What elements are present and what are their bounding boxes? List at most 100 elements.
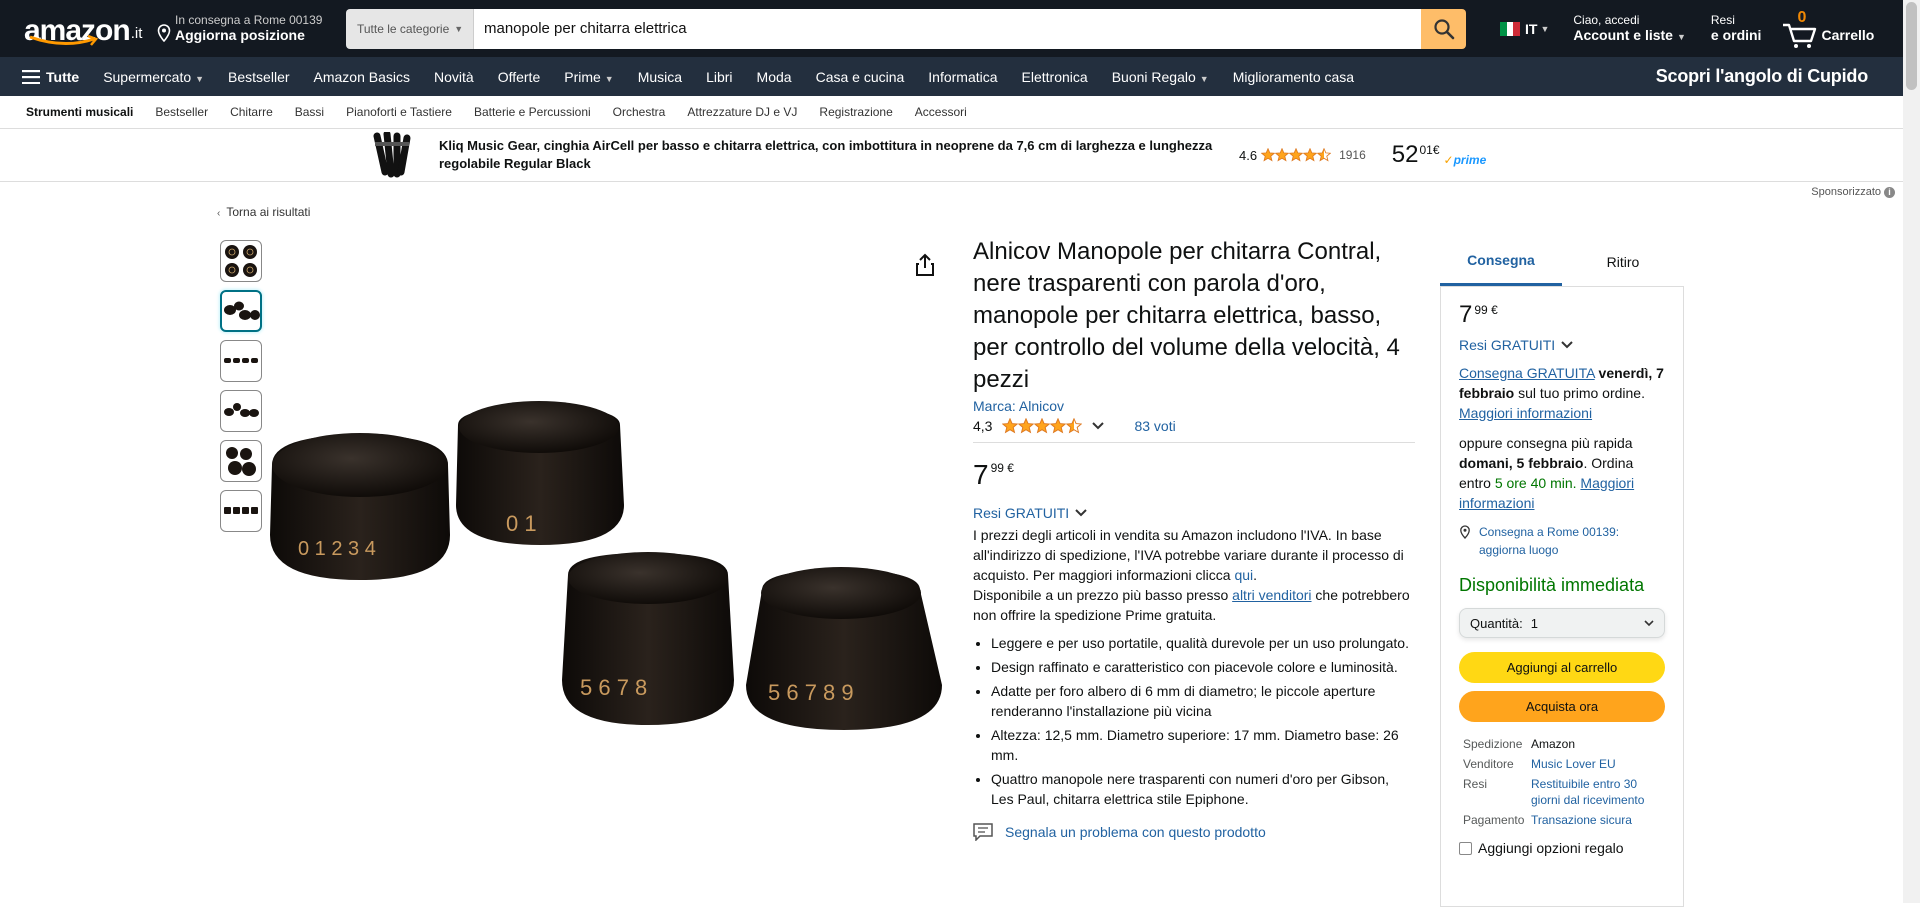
feature-bullet: Adatte per foro albero di 6 mm di diamet… — [991, 681, 1415, 721]
buybox-free-returns-link[interactable]: Resi GRATUITI — [1459, 337, 1665, 353]
sponsored-ad-banner[interactable]: Kliq Music Gear, cinghia AirCell per bas… — [0, 129, 1920, 182]
location-pin-icon — [157, 24, 171, 43]
chevron-down-icon: ▼ — [604, 73, 614, 84]
brand-link[interactable]: Marca: Alnicov — [973, 398, 1415, 414]
fact-key: Resi — [1463, 777, 1488, 791]
search-button[interactable] — [1421, 8, 1466, 49]
knobs-thumbnail-image — [224, 403, 259, 417]
quantity-label: Quantità: — [1470, 615, 1523, 631]
subnav-item-strumenti-musicali[interactable]: Strumenti musicali — [26, 105, 133, 119]
seller-facts: Spedizione Amazon Venditore Music Lover EU… — [1459, 736, 1665, 828]
free-delivery-link[interactable]: Consegna GRATUITA — [1459, 365, 1595, 381]
feedback-icon — [973, 823, 993, 841]
fact-row: Venditore Music Lover EU — [1459, 756, 1665, 772]
svg-text:5 6 7 8 9: 5 6 7 8 9 — [768, 680, 854, 705]
location-line2: Aggiorna posizione — [175, 27, 305, 44]
buy-now-button[interactable]: Acquista ora — [1459, 691, 1665, 722]
star-icon — [1050, 418, 1067, 434]
nav-item-buoni-regalo[interactable]: Buoni Regalo ▼ — [1112, 69, 1209, 85]
nav-item-amazon-basics[interactable]: Amazon Basics — [314, 69, 410, 85]
more-info-link[interactable]: Maggiori informazioni — [1459, 405, 1592, 421]
ad-product-image — [373, 132, 411, 178]
thumbnail-4[interactable] — [220, 390, 262, 432]
payment-link[interactable]: Transazione sicura — [1531, 812, 1665, 828]
star-rating-icon[interactable] — [1002, 418, 1083, 434]
nav-item-moda[interactable]: Moda — [757, 69, 792, 85]
amazon-logo[interactable]: amazon .it — [18, 8, 142, 50]
subnav-item-batterie[interactable]: Batterie e Percussioni — [474, 105, 591, 119]
nav-item-offerte[interactable]: Offerte — [498, 69, 541, 85]
knobs-thumbnail-image — [224, 301, 260, 320]
nav-item-libri[interactable]: Libri — [706, 69, 732, 85]
nav-item-bestseller[interactable]: Bestseller — [228, 69, 289, 85]
free-returns-link[interactable]: Resi GRATUITI — [973, 505, 1415, 521]
price-fraction: 99 — [990, 461, 1004, 475]
quantity-select[interactable]: Quantità: 1 — [1459, 608, 1665, 638]
thumbnail-1[interactable] — [220, 240, 262, 282]
subnav-item-dj-vj[interactable]: Attrezzature DJ e VJ — [687, 105, 797, 119]
knobs-thumbnail-image — [224, 358, 258, 363]
chevron-down-icon — [1644, 619, 1654, 626]
delivery-tabs: Consegna Ritiro — [1440, 237, 1684, 287]
deliver-to-link[interactable]: Consegna a Rome 00139: aggiorna luogo — [1459, 523, 1665, 559]
nav-item-casa-cucina[interactable]: Casa e cucina — [816, 69, 905, 85]
back-to-results-link[interactable]: ‹ Torna ai risultati — [217, 205, 310, 219]
scrollbar-thumb[interactable] — [1906, 2, 1917, 90]
location-selector[interactable]: In consegna a Rome 00139 Aggiorna posizi… — [156, 13, 336, 44]
subnav-item-pianoforti[interactable]: Pianoforti e Tastiere — [346, 105, 452, 119]
sponsored-label[interactable]: Sponsorizzato i — [1811, 186, 1895, 198]
nav-item-informatica[interactable]: Informatica — [928, 69, 997, 85]
account-menu[interactable]: Ciao, accedi Account e liste ▼ — [1573, 13, 1686, 44]
thumbnail-6[interactable] — [220, 490, 262, 532]
quantity-value: 1 — [1530, 615, 1538, 631]
vat-info-link[interactable]: qui — [1234, 567, 1253, 583]
chevron-down-icon: ▼ — [1676, 32, 1686, 43]
cart-button[interactable]: 0 Carrello — [1781, 9, 1874, 49]
buybox-price: 7 99 € — [1459, 301, 1665, 329]
product-main-image[interactable]: 0 1 2 3 4 0 1 5 6 7 8 5 6 7 8 9 — [268, 395, 948, 765]
promo-link[interactable]: Scopri l'angolo di Cupido — [1656, 66, 1868, 87]
thumbnail-3[interactable] — [220, 340, 262, 382]
report-problem-link[interactable]: Segnala un problema con questo prodotto — [973, 823, 1415, 841]
subnav-item-orchestra[interactable]: Orchestra — [613, 105, 666, 119]
nav-item-elettronica[interactable]: Elettronica — [1022, 69, 1088, 85]
other-sellers-link[interactable]: altri venditori — [1232, 587, 1311, 603]
svg-text:0 1: 0 1 — [506, 511, 537, 536]
language-selector[interactable]: IT ▼ — [1500, 21, 1549, 37]
votes-link[interactable]: 83 voti — [1134, 418, 1175, 434]
chevron-down-icon[interactable] — [1092, 422, 1105, 430]
feature-bullet: Design raffinato e caratteristico con pi… — [991, 657, 1415, 677]
tab-delivery[interactable]: Consegna — [1440, 237, 1562, 286]
thumbnail-2[interactable] — [220, 290, 262, 332]
ad-rating[interactable]: 4.6 1916 — [1239, 148, 1366, 163]
all-menu-button[interactable]: Tutte — [22, 69, 79, 85]
feature-bullet: Leggere e per uso portatile, qualità dur… — [991, 633, 1415, 653]
product-title: Alnicov Manopole per chitarra Contral, n… — [973, 238, 1400, 393]
nav-item-novita[interactable]: Novità — [434, 69, 474, 85]
tab-pickup[interactable]: Ritiro — [1562, 237, 1684, 286]
share-icon[interactable] — [914, 253, 936, 277]
search-input[interactable] — [474, 8, 1421, 49]
ad-title[interactable]: Kliq Music Gear, cinghia AirCell per bas… — [439, 137, 1219, 173]
returns-policy-link[interactable]: Restituibile entro 30 giorni dal ricevim… — [1531, 776, 1665, 808]
seller-link[interactable]: Music Lover EU — [1531, 756, 1665, 772]
all-menu-label: Tutte — [46, 68, 80, 85]
gift-options[interactable]: Aggiungi opzioni regalo — [1459, 840, 1665, 856]
nav-item-miglioramento-casa[interactable]: Miglioramento casa — [1233, 69, 1354, 85]
search-category-select[interactable]: Tutte le categorie ▼ — [346, 8, 474, 49]
add-to-cart-button[interactable]: Aggiungi al carrello — [1459, 652, 1665, 683]
vertical-scrollbar[interactable] — [1903, 0, 1920, 903]
nav-item-supermercato[interactable]: Supermercato ▼ — [103, 69, 204, 85]
sponsored-text: Sponsorizzato — [1811, 186, 1881, 198]
orders-link[interactable]: Resi e ordini — [1711, 13, 1762, 44]
subnav-item-bestseller[interactable]: Bestseller — [155, 105, 208, 119]
nav-item-musica[interactable]: Musica — [638, 69, 682, 85]
fast-delivery-date: domani, 5 febbraio — [1459, 455, 1584, 471]
thumbnail-5[interactable] — [220, 440, 262, 482]
subnav-item-bassi[interactable]: Bassi — [295, 105, 324, 119]
subnav-item-accessori[interactable]: Accessori — [915, 105, 967, 119]
gift-checkbox[interactable] — [1459, 841, 1472, 855]
nav-item-prime[interactable]: Prime ▼ — [564, 69, 613, 85]
subnav-item-chitarre[interactable]: Chitarre — [230, 105, 273, 119]
subnav-item-registrazione[interactable]: Registrazione — [819, 105, 892, 119]
